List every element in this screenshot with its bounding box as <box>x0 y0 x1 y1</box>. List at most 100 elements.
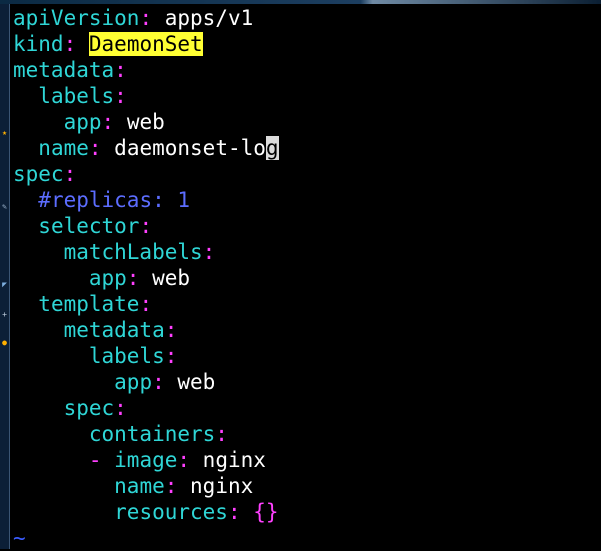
yaml-key: name <box>38 136 89 160</box>
key-separator: : <box>164 474 178 498</box>
yaml-key: app <box>88 266 127 290</box>
key-separator: : <box>152 370 165 394</box>
yaml-key: metadata <box>13 58 115 82</box>
macros-tab[interactable] <box>0 226 9 276</box>
code-line[interactable]: template: <box>13 291 601 317</box>
tools-tab[interactable] <box>0 154 9 194</box>
code-line[interactable]: spec: <box>13 161 601 187</box>
vim-editor[interactable]: apiVersion: apps/v1 kind: DaemonSet metada… <box>13 5 601 551</box>
key-separator: : <box>227 500 241 524</box>
code-line[interactable]: - image: nginx <box>13 447 601 473</box>
tilde-marker: ~ <box>13 526 26 550</box>
code-line[interactable]: name: daemonset-log <box>13 135 601 161</box>
sessions-tab[interactable] <box>0 62 9 122</box>
send-icon[interactable]: ◤ <box>0 280 9 289</box>
code-line[interactable]: resources: {} <box>13 499 601 525</box>
code-line[interactable]: name: nginx <box>13 473 601 499</box>
yaml-key: kind <box>13 32 64 56</box>
window-top-bar <box>0 0 601 4</box>
code-line[interactable]: spec: <box>13 395 601 421</box>
side-toolbar: ★ ✎ ◤ + ● <box>0 4 10 549</box>
key-separator: : <box>101 110 115 134</box>
code-line[interactable]: kind: DaemonSet <box>13 31 601 57</box>
empty-map: {} <box>240 500 279 524</box>
key-separator: : <box>164 344 178 368</box>
yaml-value: nginx <box>177 474 254 498</box>
yaml-key: spec <box>13 162 64 186</box>
yaml-key: apiVersion <box>13 6 140 30</box>
code-line[interactable]: selector: <box>13 213 601 239</box>
yaml-value: apps/v1 <box>152 6 254 30</box>
sun-icon[interactable]: ● <box>0 338 9 347</box>
code-line[interactable]: metadata: <box>13 57 601 83</box>
code-line[interactable]: containers: <box>13 421 601 447</box>
search-highlight: DaemonSet <box>88 32 203 56</box>
yaml-key: matchLabels <box>63 240 203 264</box>
key-separator: : <box>139 292 153 316</box>
key-separator: : <box>114 58 127 82</box>
key-separator: : <box>202 240 216 264</box>
yaml-value: web <box>114 110 165 134</box>
key-separator: : <box>114 396 127 420</box>
wrench-icon[interactable]: ✎ <box>0 202 9 211</box>
key-separator: : <box>164 318 178 342</box>
key-separator: : <box>63 162 77 186</box>
text-cursor: g <box>265 136 279 160</box>
yaml-value: web <box>164 370 216 394</box>
key-separator: : <box>177 448 191 472</box>
code-line[interactable]: matchLabels: <box>13 239 601 265</box>
yaml-key: labels <box>38 84 115 108</box>
code-line[interactable]: labels: <box>13 343 601 369</box>
yaml-key: app <box>114 370 153 394</box>
code-line[interactable]: app: web <box>13 109 601 135</box>
code-line[interactable]: metadata: <box>13 317 601 343</box>
yaml-key: spec <box>63 396 115 420</box>
key-separator: : <box>114 84 127 108</box>
code-line[interactable]: app: web <box>13 265 601 291</box>
yaml-key: image <box>114 448 178 472</box>
yaml-key: selector <box>38 214 140 238</box>
yaml-value: daemonset-lo <box>101 136 266 160</box>
yaml-key: resources <box>114 500 228 524</box>
plus-icon[interactable]: + <box>0 310 9 319</box>
key-separator: : <box>88 136 102 160</box>
yaml-comment: #replicas: 1 <box>38 188 191 212</box>
key-separator: : <box>126 266 140 290</box>
key-separator: : <box>63 32 77 56</box>
code-line[interactable]: #replicas: 1 <box>13 187 601 213</box>
yaml-value: nginx <box>190 448 266 472</box>
code-line[interactable]: app: web <box>13 369 601 395</box>
key-separator: : <box>139 214 153 238</box>
yaml-key: template <box>38 292 140 316</box>
yaml-value: web <box>139 266 191 290</box>
key-separator: : <box>139 6 153 30</box>
empty-line-marker: ~ <box>13 525 601 551</box>
yaml-key: labels <box>88 344 165 368</box>
key-separator: : <box>215 422 228 446</box>
code-line[interactable]: apiVersion: apps/v1 <box>13 5 601 31</box>
yaml-key: containers <box>88 422 216 446</box>
yaml-key: app <box>63 110 102 134</box>
code-line[interactable]: labels: <box>13 83 601 109</box>
yaml-key: metadata <box>63 318 165 342</box>
yaml-key: name <box>114 474 165 498</box>
list-dash: - <box>88 448 115 472</box>
star-icon[interactable]: ★ <box>0 128 9 137</box>
